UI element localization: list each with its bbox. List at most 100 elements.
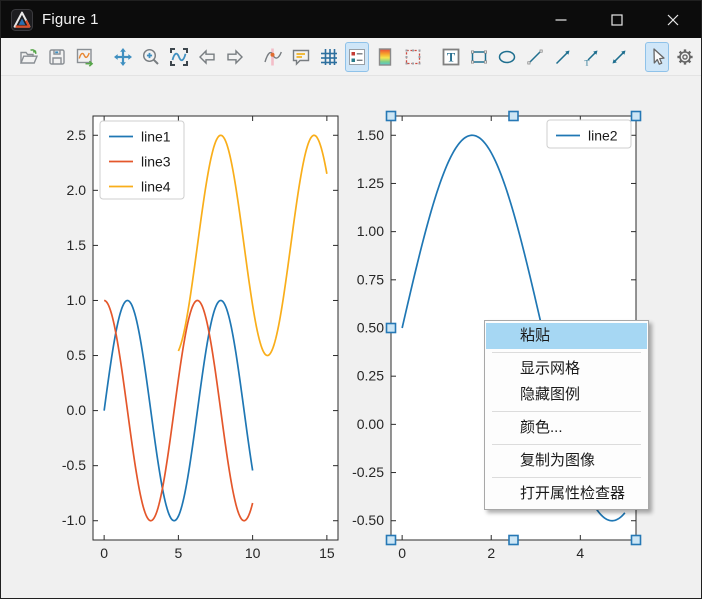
arrow-button[interactable]: [551, 42, 575, 72]
menu-item-paste[interactable]: 粘贴: [486, 323, 647, 349]
svg-text:-0.5: -0.5: [62, 457, 86, 473]
context-menu: 粘贴显示网格隐藏图例颜色... 复制为图像打开属性检查器: [484, 320, 649, 510]
selection-handle[interactable]: [387, 112, 396, 121]
pan-icon: [112, 46, 134, 68]
svg-text:4: 4: [576, 545, 584, 561]
menu-item-open-property-inspector[interactable]: 打开属性检查器: [486, 481, 647, 507]
selection-handle[interactable]: [509, 536, 518, 545]
grid-icon: [318, 46, 340, 68]
svg-text:0.50: 0.50: [357, 320, 384, 336]
save-icon: [46, 46, 68, 68]
text-button[interactable]: T: [439, 42, 463, 72]
svg-text:0.75: 0.75: [357, 271, 384, 287]
selection-handle[interactable]: [509, 112, 518, 121]
legend-left-plot[interactable]: line1 line3 line4: [100, 121, 184, 199]
rectangle-button[interactable]: [467, 42, 491, 72]
colormap-button[interactable]: [373, 42, 397, 72]
menu-item-color[interactable]: 颜色...: [486, 415, 647, 441]
colormap-icon: [374, 46, 396, 68]
maximize-button[interactable]: [589, 1, 645, 38]
save-button[interactable]: [45, 42, 69, 72]
text-arrow-button[interactable]: T: [579, 42, 603, 72]
legend-icon: [346, 46, 368, 68]
menu-separator: [492, 444, 641, 445]
annotation-icon: [290, 46, 312, 68]
pointer-icon: [646, 46, 668, 68]
svg-text:-0.50: -0.50: [352, 512, 384, 528]
data-cursor-button[interactable]: [261, 42, 285, 72]
svg-text:5: 5: [174, 545, 182, 561]
close-button[interactable]: [645, 1, 701, 38]
app-logo-icon: [11, 9, 33, 31]
svg-text:1.0: 1.0: [67, 292, 87, 308]
menu-separator: [492, 352, 641, 353]
menu-item-copy-as-image[interactable]: 复制为图像: [486, 448, 647, 474]
svg-text:1.25: 1.25: [357, 175, 384, 191]
selection-handle[interactable]: [632, 536, 641, 545]
settings-icon: [674, 46, 696, 68]
autoscale-button[interactable]: [167, 42, 191, 72]
select-region-icon: [402, 46, 424, 68]
titlebar[interactable]: Figure 1: [1, 1, 701, 38]
svg-text:0.00: 0.00: [357, 416, 384, 432]
ellipse-icon: [496, 46, 518, 68]
figure-canvas[interactable]: 051015-1.0-0.50.00.51.01.52.02.5line1lin…: [1, 76, 701, 599]
legend-button[interactable]: [345, 42, 369, 72]
ellipse-button[interactable]: [495, 42, 519, 72]
svg-text:15: 15: [319, 545, 335, 561]
data-cursor-icon: [262, 46, 284, 68]
selection-handle[interactable]: [387, 536, 396, 545]
back-icon: [196, 46, 218, 68]
svg-text:0: 0: [398, 545, 406, 561]
window-title: Figure 1: [42, 11, 99, 28]
rectangle-icon: [468, 46, 490, 68]
open-button[interactable]: [17, 42, 41, 72]
svg-text:10: 10: [245, 545, 261, 561]
window-controls: [533, 1, 701, 38]
back-button[interactable]: [195, 42, 219, 72]
arrow-icon: [552, 46, 574, 68]
export-figure-button[interactable]: [73, 42, 97, 72]
export-figure-icon: [74, 46, 96, 68]
legend-label-line4: line4: [141, 179, 171, 195]
settings-button[interactable]: [673, 42, 697, 72]
selection-handle[interactable]: [387, 324, 396, 333]
double-arrow-icon: [608, 46, 630, 68]
svg-text:-0.25: -0.25: [352, 464, 384, 480]
pointer-button[interactable]: [645, 42, 669, 72]
autoscale-icon: [168, 46, 190, 68]
menu-item-hide-legend[interactable]: 隐藏图例: [486, 382, 647, 408]
legend-label-line3: line3: [141, 154, 171, 170]
zoom-icon: [140, 46, 162, 68]
grid-button[interactable]: [317, 42, 341, 72]
svg-text:1.5: 1.5: [67, 237, 87, 253]
svg-text:1.00: 1.00: [357, 223, 384, 239]
text-icon: T: [440, 46, 462, 68]
svg-text:0.25: 0.25: [357, 368, 384, 384]
svg-text:T: T: [585, 58, 590, 67]
selection-handle[interactable]: [632, 112, 641, 121]
svg-text:2: 2: [487, 545, 495, 561]
svg-text:-1.0: -1.0: [62, 512, 86, 528]
text-arrow-icon: T: [580, 46, 602, 68]
svg-text:0.5: 0.5: [67, 347, 87, 363]
annotation-button[interactable]: [289, 42, 313, 72]
svg-text:2.0: 2.0: [67, 182, 87, 198]
pan-button[interactable]: [111, 42, 135, 72]
legend-label-line1: line1: [141, 129, 171, 145]
open-icon: [18, 46, 40, 68]
forward-button[interactable]: [223, 42, 247, 72]
menu-item-show-grid[interactable]: 显示网格: [486, 356, 647, 382]
line-icon: [524, 46, 546, 68]
zoom-button[interactable]: [139, 42, 163, 72]
svg-text:0.0: 0.0: [67, 402, 87, 418]
menu-separator: [492, 411, 641, 412]
minimize-button[interactable]: [533, 1, 589, 38]
legend-right-plot[interactable]: line2: [547, 120, 631, 148]
left-plot[interactable]: 051015-1.0-0.50.00.51.01.52.02.5line1lin…: [62, 116, 338, 561]
figure-window: Figure 1 T T 0 5 10 15 -1.0 -0.5 0.0 0.5 1.0 1.5 2.…: [0, 0, 702, 599]
double-arrow-button[interactable]: [607, 42, 631, 72]
svg-text:T: T: [447, 50, 456, 64]
line-button[interactable]: [523, 42, 547, 72]
select-region-button[interactable]: [401, 42, 425, 72]
